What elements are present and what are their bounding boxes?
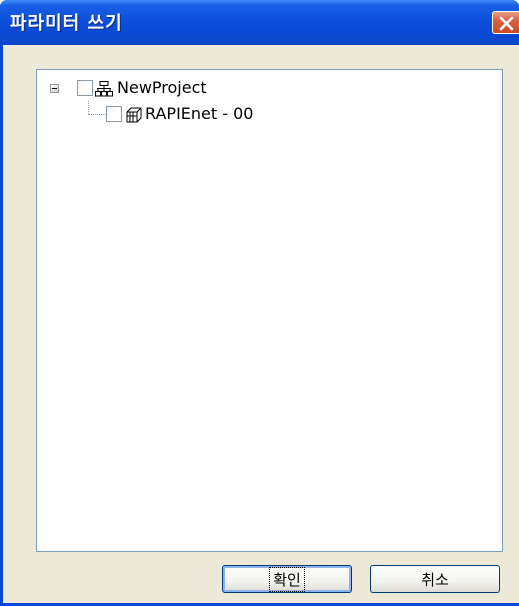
title-bar[interactable]: 파라미터 쓰기 [0,0,519,45]
tree-connector [88,114,106,115]
close-icon [499,16,514,31]
module-icon [126,107,142,123]
dialog-title: 파라미터 쓰기 [10,13,123,34]
tree-node-newproject[interactable]: NewProject [117,78,207,97]
network-icon [95,81,113,97]
cancel-button[interactable]: 취소 [370,565,500,593]
tree-node-rapienet[interactable]: RAPIEnet - 00 [145,104,253,123]
child-checkbox[interactable] [106,106,122,122]
dialog-window: 파라미터 쓰기 NewProject RAPIEnet - 00 확인 취소 [0,0,519,606]
ok-button-label: 확인 [269,566,305,592]
close-button[interactable] [492,11,519,34]
tree-connector [88,101,89,114]
dialog-body: NewProject RAPIEnet - 00 확인 취소 [3,45,519,603]
collapse-toggle-icon[interactable] [50,84,59,93]
root-checkbox[interactable] [77,80,93,96]
project-tree[interactable]: NewProject RAPIEnet - 00 [36,69,503,552]
ok-button[interactable]: 확인 [222,565,352,593]
